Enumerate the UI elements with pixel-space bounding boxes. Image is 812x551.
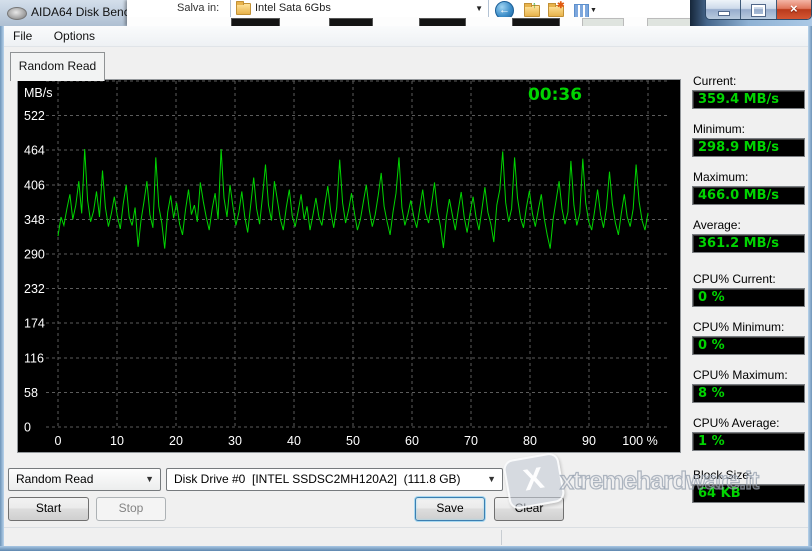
minimize-icon xyxy=(718,11,730,16)
menu-file[interactable]: File xyxy=(4,26,41,46)
stat-label: CPU% Average: xyxy=(693,416,780,430)
svg-text:174: 174 xyxy=(24,317,45,331)
chevron-down-icon: ▼ xyxy=(475,4,483,13)
window-controls: × xyxy=(705,0,812,20)
stat-label: Current: xyxy=(693,74,737,88)
title-bar-right: × xyxy=(690,0,812,26)
up-one-level-button[interactable]: ↑ xyxy=(522,1,541,18)
svg-text:464: 464 xyxy=(24,144,45,158)
close-icon: × xyxy=(790,1,798,16)
stat-value: 8 % xyxy=(692,384,805,403)
window-title: AIDA64 Disk Bench xyxy=(31,5,137,19)
stop-button: Stop xyxy=(96,497,166,521)
stat-label: CPU% Minimum: xyxy=(693,320,785,334)
tab-random-read[interactable]: Random Read xyxy=(10,52,105,81)
new-folder-button[interactable]: ✱ xyxy=(546,1,565,18)
save-location-dropdown[interactable]: Intel Sata 6Gbs ▼ xyxy=(230,0,489,18)
save-in-label: Salva in: xyxy=(177,2,220,14)
svg-text:30: 30 xyxy=(228,434,242,448)
svg-text:232: 232 xyxy=(24,282,45,296)
svg-text:MB/s: MB/s xyxy=(24,86,52,100)
disk-app-icon xyxy=(7,7,27,20)
file-list-strip xyxy=(127,17,691,27)
save-button[interactable]: Save xyxy=(415,497,485,521)
stat-label: CPU% Maximum: xyxy=(693,368,788,382)
svg-text:290: 290 xyxy=(24,248,45,262)
chevron-down-icon: ▼ xyxy=(590,7,597,14)
minimize-button[interactable] xyxy=(706,0,742,19)
svg-text:20: 20 xyxy=(169,434,183,448)
svg-text:60: 60 xyxy=(405,434,419,448)
stat-value: 1 % xyxy=(692,432,805,451)
stats-panel: Current: 359.4 MB/s Minimum: 298.9 MB/s Maxi… xyxy=(692,74,806,514)
stat-value: 466.0 MB/s xyxy=(692,186,805,205)
chart-panel: 0 10 20 30 40 50 60 70 80 90 100 % 0 58 116 174 232 290 3… xyxy=(17,79,681,453)
svg-text:50: 50 xyxy=(346,434,360,448)
maximize-button[interactable] xyxy=(741,0,777,19)
stat-label: Maximum: xyxy=(693,170,749,184)
title-bar-left[interactable]: AIDA64 Disk Bench xyxy=(0,0,136,26)
watermark-text: xtremehardware.it xyxy=(559,466,760,495)
title-bar: AIDA64 Disk Bench Salva in: Intel Sata 6… xyxy=(0,0,812,27)
menu-bar: File Options xyxy=(4,26,808,47)
views-button[interactable]: ▼ xyxy=(572,1,597,18)
views-grid-icon xyxy=(574,4,589,18)
svg-text:40: 40 xyxy=(287,434,301,448)
window-border-bottom xyxy=(0,546,812,551)
svg-text:90: 90 xyxy=(582,434,596,448)
svg-text:522: 522 xyxy=(24,109,45,123)
svg-text:70: 70 xyxy=(464,434,478,448)
svg-text:80: 80 xyxy=(523,434,537,448)
test-type-select[interactable]: Random Read ▼ xyxy=(8,468,161,491)
svg-text:406: 406 xyxy=(24,178,45,192)
benchmark-chart: 0 10 20 30 40 50 60 70 80 90 100 % 0 58 116 174 232 290 3… xyxy=(24,80,670,448)
test-type-value: Random Read xyxy=(16,472,94,486)
watermark-logo: X xyxy=(502,451,566,511)
menu-options[interactable]: Options xyxy=(45,26,104,46)
back-button[interactable]: ← xyxy=(495,1,514,20)
close-button[interactable]: × xyxy=(776,0,811,19)
stat-value: 0 % xyxy=(692,336,805,355)
start-button[interactable]: Start xyxy=(8,497,89,521)
svg-text:348: 348 xyxy=(24,213,45,227)
stat-value: 0 % xyxy=(692,288,805,307)
stat-label: Average: xyxy=(693,218,741,232)
svg-text:10: 10 xyxy=(110,434,124,448)
folder-icon xyxy=(236,1,251,15)
stat-value: 359.4 MB/s xyxy=(692,90,805,109)
elapsed-timer: 00:36 xyxy=(527,85,583,105)
stat-label: CPU% Current: xyxy=(693,272,776,286)
chevron-down-icon: ▼ xyxy=(487,474,496,484)
svg-text:0: 0 xyxy=(24,421,31,435)
save-location-value: Intel Sata 6Gbs xyxy=(255,2,331,14)
stat-value: 298.9 MB/s xyxy=(692,138,805,157)
aida64-disk-benchmark-window: AIDA64 Disk Bench Salva in: Intel Sata 6… xyxy=(0,0,812,551)
drive-select[interactable]: Disk Drive #0 [INTEL SSDSC2MH120A2] (111… xyxy=(166,468,503,491)
chevron-down-icon: ▼ xyxy=(145,474,154,484)
status-bar xyxy=(4,527,808,547)
status-bar-divider xyxy=(501,530,502,545)
svg-text:116: 116 xyxy=(24,351,44,365)
svg-text:0: 0 xyxy=(55,434,62,448)
maximize-icon xyxy=(751,4,767,17)
drive-value: Disk Drive #0 [INTEL SSDSC2MH120A2] (111… xyxy=(174,472,461,486)
stat-label: Minimum: xyxy=(693,122,746,136)
svg-text:58: 58 xyxy=(24,386,38,400)
stat-value: 361.2 MB/s xyxy=(692,234,805,253)
svg-text:100 %: 100 % xyxy=(622,434,657,448)
window-border-right xyxy=(808,26,812,546)
window-border-left xyxy=(0,26,4,546)
